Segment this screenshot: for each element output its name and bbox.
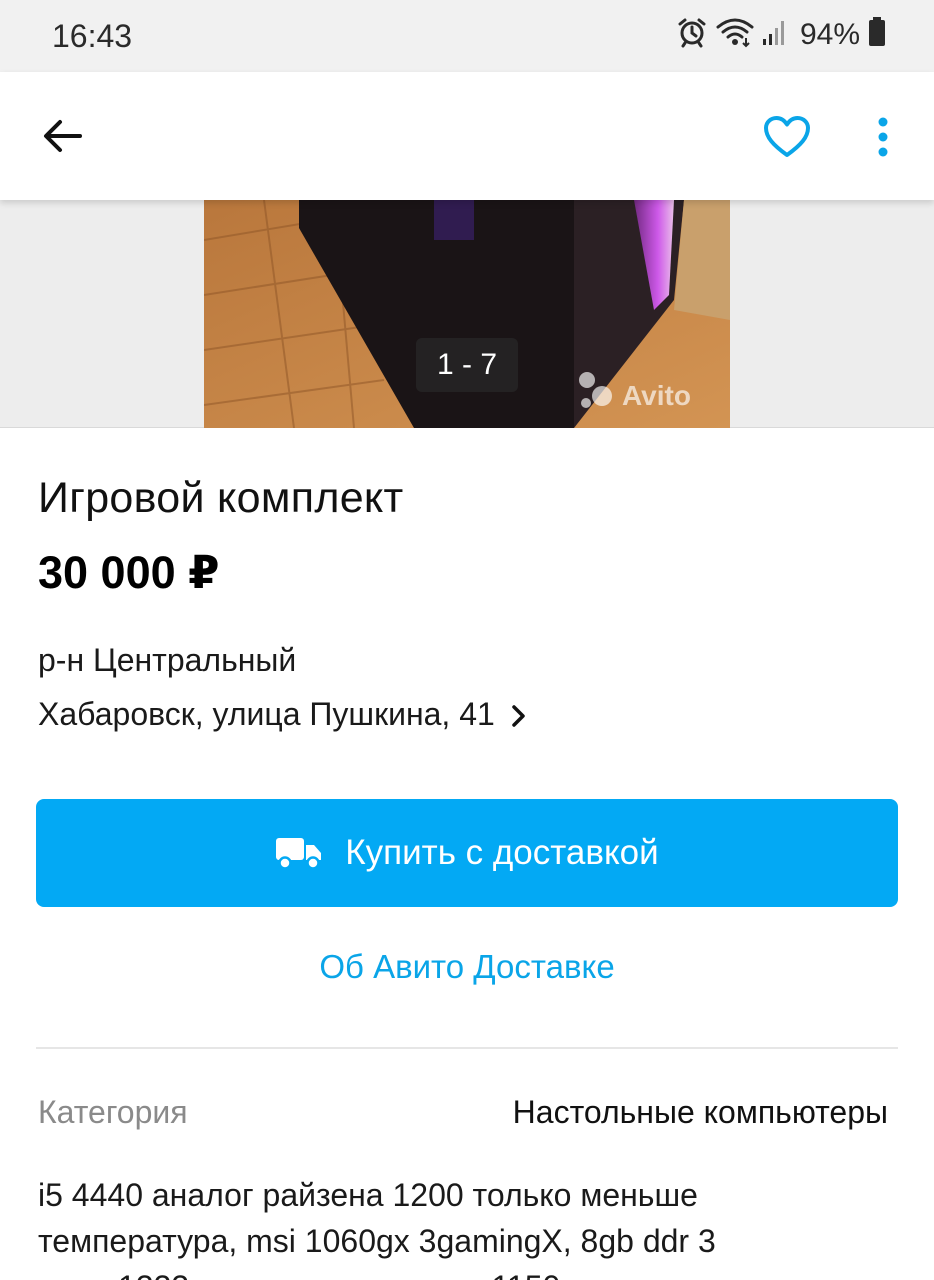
more-options-button[interactable] xyxy=(856,106,910,168)
category-label: Категория xyxy=(38,1094,188,1130)
buy-with-delivery-button[interactable]: Купить с доставкой xyxy=(36,799,898,907)
signal-icon xyxy=(762,17,788,52)
section-divider xyxy=(36,1047,898,1049)
status-bar: 16:43 94% xyxy=(0,0,934,72)
truck-icon xyxy=(275,836,323,870)
description-line: ........ 1333 ..........................… xyxy=(38,1264,898,1280)
battery-icon xyxy=(868,17,886,52)
back-button[interactable] xyxy=(34,108,90,164)
listing-price: 30 000 ₽ xyxy=(38,547,220,598)
buy-button-label: Купить с доставкой xyxy=(345,833,659,872)
listing-address: Хабаровск, улица Пушкина, 41 xyxy=(38,695,495,732)
address-link[interactable]: Хабаровск, улица Пушкина, 41 xyxy=(38,692,527,736)
favorite-button[interactable] xyxy=(756,106,818,168)
listing-description: i5 4440 аналог райзена 1200 только меньш… xyxy=(38,1172,898,1280)
category-value: Настольные компьютеры xyxy=(512,1094,888,1130)
avito-watermark: Avito xyxy=(622,380,691,411)
heart-outline-icon xyxy=(764,116,810,157)
listing-district: р-н Центральный xyxy=(38,642,297,678)
arrow-left-icon xyxy=(44,120,82,152)
alarm-icon xyxy=(676,16,708,53)
chevron-right-icon xyxy=(511,704,527,728)
more-vertical-icon xyxy=(878,117,888,157)
wifi-icon xyxy=(716,16,754,53)
app-toolbar xyxy=(0,72,934,200)
listing-title: Игровой комплект xyxy=(38,474,404,522)
listing-photo[interactable]: Avito xyxy=(204,200,730,428)
description-line: i5 4440 аналог райзена 1200 только меньш… xyxy=(38,1177,698,1213)
status-icons: 94% xyxy=(676,16,886,53)
battery-percent: 94% xyxy=(799,17,860,51)
photo-gallery[interactable]: Avito 1 - 7 xyxy=(0,200,934,428)
status-time: 16:43 xyxy=(52,18,133,54)
about-delivery-link[interactable]: Об Авито Доставке xyxy=(0,948,934,986)
description-line: температура, msi 1060gx 3gamingX, 8gb dd… xyxy=(38,1223,716,1259)
photo-counter: 1 - 7 xyxy=(416,338,518,392)
